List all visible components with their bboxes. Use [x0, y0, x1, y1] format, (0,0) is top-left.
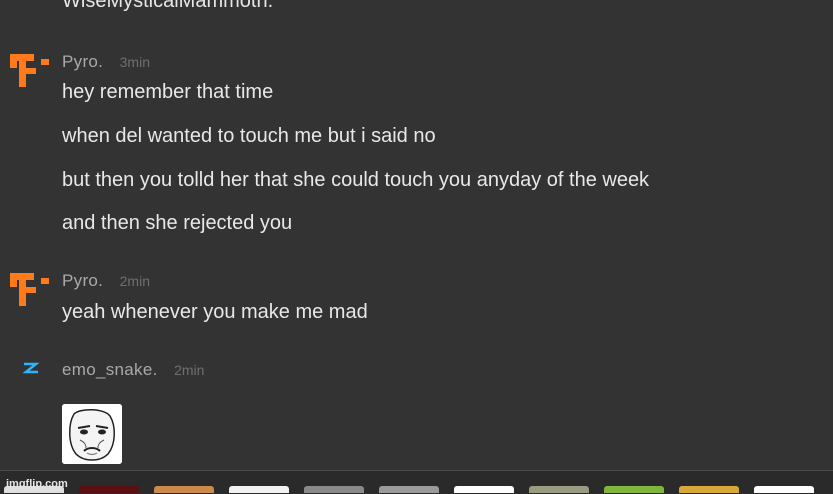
- previous-message-tail: WiseMysticalMammoth.: [62, 0, 274, 12]
- timestamp: 3min: [119, 54, 150, 70]
- meme-tray-thumbnail[interactable]: [154, 486, 214, 493]
- username[interactable]: Pyro.: [62, 271, 103, 290]
- meme-tray-thumbnail[interactable]: [454, 486, 514, 493]
- message-group-pyro-2: Pyro. 2min yeah whenever you make me mad: [0, 271, 833, 331]
- message-group-emo-snake: emo_snake. 2min: [0, 360, 833, 390]
- pyro-logo-icon[interactable]: [10, 271, 50, 311]
- meme-tray-thumbnail[interactable]: [529, 486, 589, 493]
- username[interactable]: emo_snake.: [62, 360, 158, 379]
- meme-tray-thumbnail[interactable]: [79, 486, 139, 493]
- meme-tray-thumbnail[interactable]: [679, 486, 739, 493]
- timestamp: 2min: [174, 362, 205, 378]
- message-header: Pyro. 2min: [62, 271, 150, 293]
- message-text: but then you tolld her that she could to…: [62, 169, 650, 191]
- meme-tray-thumbnail[interactable]: [604, 486, 664, 493]
- username[interactable]: Pyro.: [62, 52, 103, 71]
- message-text: when del wanted to touch me but i said n…: [62, 125, 436, 147]
- meme-tray-thumbnail[interactable]: [304, 486, 364, 493]
- meme-tray-thumbnail[interactable]: [229, 486, 289, 493]
- timestamp: 2min: [119, 273, 150, 289]
- meme-face-sticker-icon[interactable]: [62, 404, 122, 464]
- message-header: emo_snake. 2min: [62, 360, 204, 382]
- watermark: imgflip.com: [6, 478, 68, 490]
- meme-tray-thumbnail[interactable]: [754, 486, 814, 493]
- message-header: Pyro. 3min: [62, 52, 150, 74]
- meme-tray-thumbnail[interactable]: [379, 486, 439, 493]
- pyro-logo-icon[interactable]: [10, 52, 50, 92]
- message-group-pyro-1: Pyro. 3min hey remember that time when d…: [0, 52, 833, 242]
- snake-logo-icon[interactable]: [18, 360, 42, 380]
- message-text: yeah whenever you make me mad: [62, 301, 368, 323]
- message-text: and then she rejected you: [62, 212, 293, 234]
- message-text: hey remember that time: [62, 81, 274, 103]
